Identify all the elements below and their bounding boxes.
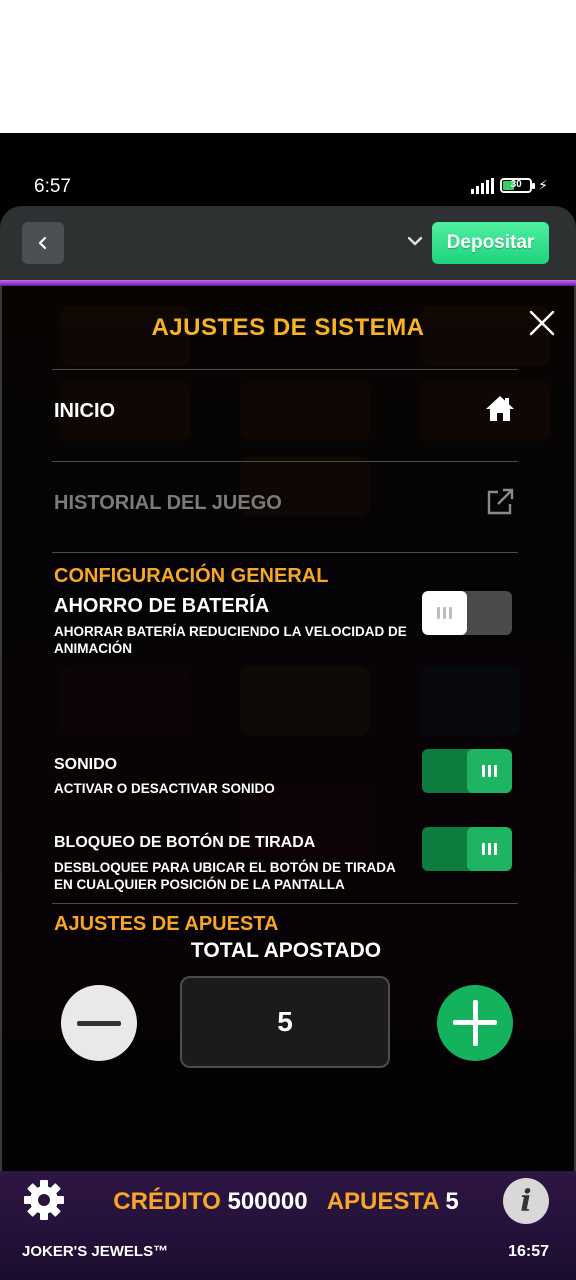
divider [52, 552, 518, 553]
spin-lock-title: BLOQUEO DE BOTÓN DE TIRADA [54, 834, 316, 851]
back-button[interactable] [22, 222, 64, 264]
menu-item-inicio[interactable]: INICIO [54, 400, 115, 423]
credit-bet-bar: CRÉDITO 500000 APUESTA 5 [0, 1188, 572, 1216]
status-icons: 30 ⚡ [471, 177, 548, 194]
info-button[interactable]: i [503, 1178, 549, 1224]
decrease-bet-button[interactable] [61, 985, 137, 1061]
battery-icon: 30 [500, 178, 536, 193]
credit-value: 500000 [227, 1188, 308, 1215]
settings-title: AJUSTES DE SISTEMA [151, 314, 425, 341]
toggle-knob [422, 591, 467, 635]
total-bet-label: TOTAL APOSTADO [190, 939, 382, 962]
increase-bet-button[interactable] [437, 985, 513, 1061]
bet-settings-heading: AJUSTES DE APUESTA [54, 913, 279, 935]
menu-item-game-history[interactable]: HISTORIAL DEL JUEGO [54, 492, 282, 515]
spin-lock-desc: DESBLOQUEE PARA UBICAR EL BOTÓN DE TIRAD… [54, 860, 396, 892]
sound-desc: ACTIVAR O DESACTIVAR SONIDO [54, 781, 275, 796]
credit-label: CRÉDITO [113, 1188, 221, 1215]
toggle-knob [467, 827, 512, 871]
close-icon[interactable] [528, 309, 556, 337]
external-link-icon[interactable] [484, 486, 516, 518]
general-settings-heading: CONFIGURACIÓN GENERAL [54, 565, 329, 587]
sound-toggle[interactable] [422, 749, 512, 793]
battery-saver-toggle[interactable] [422, 591, 512, 635]
total-bet-value: 5 [180, 976, 390, 1068]
chevron-left-icon [38, 236, 47, 250]
divider [52, 903, 518, 904]
divider [52, 461, 518, 462]
toggle-knob [467, 749, 512, 793]
status-bar: 6:57 30 ⚡ [0, 133, 576, 206]
app-header: Depositar [0, 206, 576, 283]
battery-saver-desc: AHORRAR BATERÍA REDUCIENDO LA VELOCIDAD … [54, 624, 407, 656]
bet-label: APUESTA [326, 1188, 439, 1215]
chevron-down-icon[interactable] [404, 230, 426, 252]
sound-title: SONIDO [54, 756, 118, 773]
bet-value: 5 [445, 1188, 459, 1215]
status-time: 6:57 [34, 176, 71, 197]
charging-icon: ⚡ [538, 177, 548, 193]
battery-saver-title: AHORRO DE BATERÍA [54, 595, 270, 617]
battery-level: 30 [510, 179, 522, 190]
spin-lock-toggle[interactable] [422, 827, 512, 871]
game-name: JOKER'S JEWELS™ [22, 1243, 169, 1260]
divider [52, 369, 518, 370]
deposit-button[interactable]: Depositar [432, 222, 549, 264]
info-icon: i [520, 1183, 532, 1219]
minus-icon [77, 1020, 121, 1026]
game-clock: 16:57 [508, 1243, 549, 1260]
home-icon[interactable] [484, 392, 516, 424]
signal-icon [471, 177, 495, 194]
